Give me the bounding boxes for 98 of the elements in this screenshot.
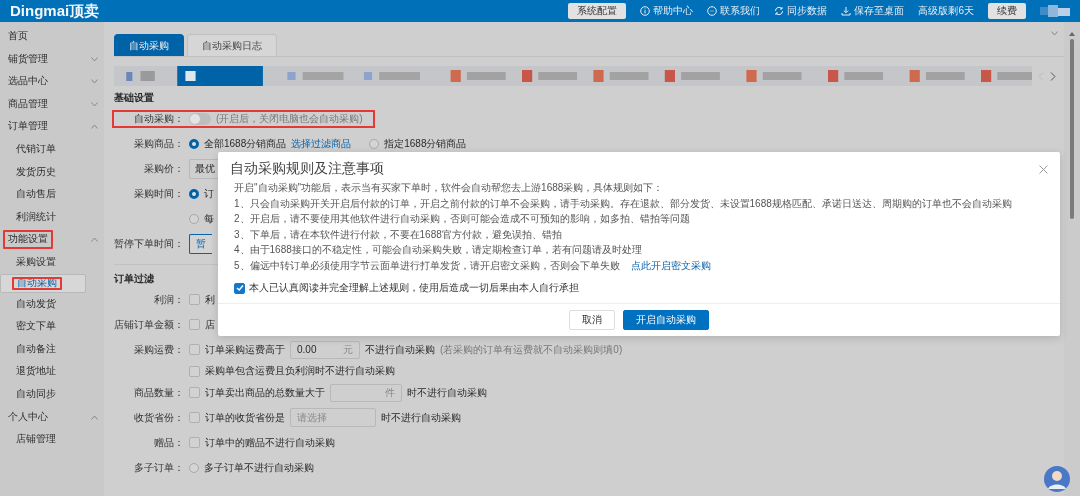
settings-button[interactable]: 系统配置 <box>568 3 627 19</box>
assistant-avatar-icon[interactable] <box>1044 466 1070 492</box>
header-link[interactable]: 同步数据 <box>774 4 828 18</box>
header-link[interactable]: 保存至桌面 <box>841 4 905 18</box>
hint-text: (开启后，关闭电脑也会自动采购) <box>216 111 363 126</box>
dialog-title: 自动采购规则及注意事项 <box>230 160 384 178</box>
option-label: 指定1688分销商品 <box>384 136 467 151</box>
close-icon[interactable] <box>1039 164 1048 174</box>
sidebar-item[interactable]: 订单管理 <box>0 115 104 138</box>
field-label: 采购运费： <box>133 342 184 357</box>
auto-purchase-toggle[interactable] <box>189 112 211 125</box>
field-label: 店铺订单金额： <box>114 317 184 332</box>
option-label: 订单采购运费高于 <box>205 342 285 357</box>
radio-button[interactable] <box>369 138 380 149</box>
sidebar-item[interactable]: 自动备注 <box>0 337 98 361</box>
field-label: 收货省份： <box>133 410 184 425</box>
radio-button[interactable] <box>189 138 199 149</box>
checkbox[interactable] <box>189 437 200 448</box>
sidebar-item[interactable]: 密文下单 <box>0 315 98 338</box>
sidebar-item[interactable]: 选品中心 <box>0 70 104 93</box>
sidebar-item[interactable]: 功能设置 <box>0 228 104 251</box>
intro-text: 开启"自动采购"功能后，表示当有买家下单时，软件会自动帮您去上游1688采购，具体规则如下： <box>234 181 665 195</box>
blurred-username-drawing <box>1040 5 1070 17</box>
radio-button[interactable] <box>189 213 199 224</box>
field-label: 商品数量： <box>133 385 184 400</box>
option-label: 采购单包含运费且负利润时不进行自动采购 <box>205 364 395 378</box>
tab[interactable]: 自动采购 <box>114 34 184 56</box>
option-label: 多子订单不进行自动采购 <box>204 460 314 475</box>
sidebar-item[interactable]: 代销订单 <box>0 137 98 161</box>
option-label: 店 <box>205 317 215 332</box>
hint-text: (若采购的订单有运费就不自动采购则填0) <box>440 342 623 357</box>
sidebar-item[interactable]: 采购设置 <box>0 250 98 274</box>
section-title: 基础设置 <box>114 92 154 104</box>
pause-time-button[interactable]: 暂 <box>189 233 212 254</box>
confirm-button[interactable]: 开启自动采购 <box>623 310 709 330</box>
field-label: 利润： <box>153 292 184 307</box>
field-label: 采购商品： <box>133 136 184 151</box>
checkbox[interactable] <box>234 282 245 294</box>
option-label: 订 <box>204 186 214 201</box>
rule-text: 2、开启后，请不要使用其他软件进行自动采购，否则可能会造成不可预知的影响，如多拍、错拍等问题 <box>234 212 691 226</box>
cipher-purchase-link[interactable]: 点此开启密文采购 <box>630 259 711 271</box>
field-label: 多子订单： <box>133 460 184 475</box>
rule-text: 4、由于1688接口的不稳定性，可能会自动采购失败，请定期检查订单，若有问题请及时处理 <box>234 243 643 257</box>
sidebar-item[interactable]: 退货地址 <box>0 360 98 383</box>
rule-text: 5、偏远中转订单必须使用字节云面单进行打单发货，请开启密文采购，否则会下单失败 <box>234 259 620 271</box>
filter-goods-link[interactable]: 选择过滤商品 <box>291 136 352 151</box>
option-label: 全部1688分销商品 <box>204 136 287 151</box>
checkbox[interactable] <box>189 319 200 330</box>
checkbox[interactable] <box>189 365 200 377</box>
field-label: 暂停下单时间： <box>114 236 184 251</box>
sidebar-item[interactable]: 个人中心 <box>0 405 104 429</box>
field-label: 赠品： <box>153 435 184 450</box>
sidebar-item[interactable]: 店铺管理 <box>0 428 98 451</box>
field-label: 采购价： <box>143 161 184 176</box>
option-label: 订单的收货省份是 <box>205 410 285 425</box>
option-label: 不进行自动采购 <box>365 342 435 357</box>
plan-status: 高级版剩6天 <box>918 4 974 18</box>
renew-button[interactable]: 续费 <box>988 3 1026 19</box>
option-label: 每 <box>204 211 214 226</box>
sidebar-item[interactable]: 首页 <box>0 25 104 48</box>
sidebar-item[interactable]: 商品管理 <box>0 92 104 116</box>
option-label: 时不进行自动采购 <box>381 410 461 425</box>
header-link[interactable]: 联系我们 <box>707 4 761 18</box>
sidebar-item[interactable]: 发货历史 <box>0 160 98 184</box>
sync-icon <box>774 6 785 16</box>
scroll-up-icon[interactable] <box>1069 32 1075 36</box>
checkbox[interactable] <box>189 387 200 398</box>
checkbox[interactable] <box>189 344 200 355</box>
option-label: 利 <box>205 292 215 307</box>
field-label: 采购时间： <box>133 186 184 201</box>
download-icon <box>841 6 852 16</box>
option-label: 订单中的赠品不进行自动采购 <box>205 435 335 450</box>
option-label: 时不进行自动采购 <box>407 385 487 400</box>
field-label: 自动采购： <box>133 111 184 126</box>
checkbox[interactable] <box>189 294 200 305</box>
sidebar-item[interactable]: 利润统计 <box>0 205 98 229</box>
rule-text: 1、只会自动采购开关开启后付款的订单，开启之前付款的订单不会采购，请手动采购。存在退款、部分发货、未设置1688规格匹配、承诺日送达、周期购的订单也不会自动采购 <box>234 196 1013 211</box>
sidebar-item[interactable]: 自动同步 <box>0 382 98 406</box>
chevron-right-icon[interactable] <box>1050 71 1056 81</box>
section-title: 订单过滤 <box>114 273 154 285</box>
sidebar-item[interactable]: 铺货管理 <box>0 47 104 71</box>
info-icon <box>640 6 651 16</box>
header-link[interactable]: 帮助中心 <box>640 4 694 18</box>
sidebar-item[interactable]: 自动售后 <box>0 183 98 206</box>
checkbox[interactable] <box>189 412 200 423</box>
rule-text: 3、下单后，请在本软件进行付款，不要在1688官方付款，避免误拍、错拍 <box>234 227 563 242</box>
chevron-icon <box>1051 31 1058 36</box>
sidebar-item[interactable]: 自动发货 <box>0 292 98 316</box>
number-field[interactable]: 0.00 元 <box>290 340 360 359</box>
radio-button[interactable] <box>189 188 199 199</box>
agreement-text: 本人已认真阅读并完全理解上述规则，使用后造成一切后果由本人自行承担 <box>249 281 579 295</box>
radio-button[interactable] <box>189 462 199 473</box>
cancel-button[interactable]: 取消 <box>569 310 615 330</box>
option-label: 订单卖出商品的总数量大于 <box>205 385 325 400</box>
app-logo: Dingmai顶卖 <box>10 1 100 21</box>
tab[interactable]: 自动采购日志 <box>187 34 277 56</box>
chat-icon <box>707 6 718 16</box>
scrollbar-thumb[interactable] <box>1070 39 1074 219</box>
